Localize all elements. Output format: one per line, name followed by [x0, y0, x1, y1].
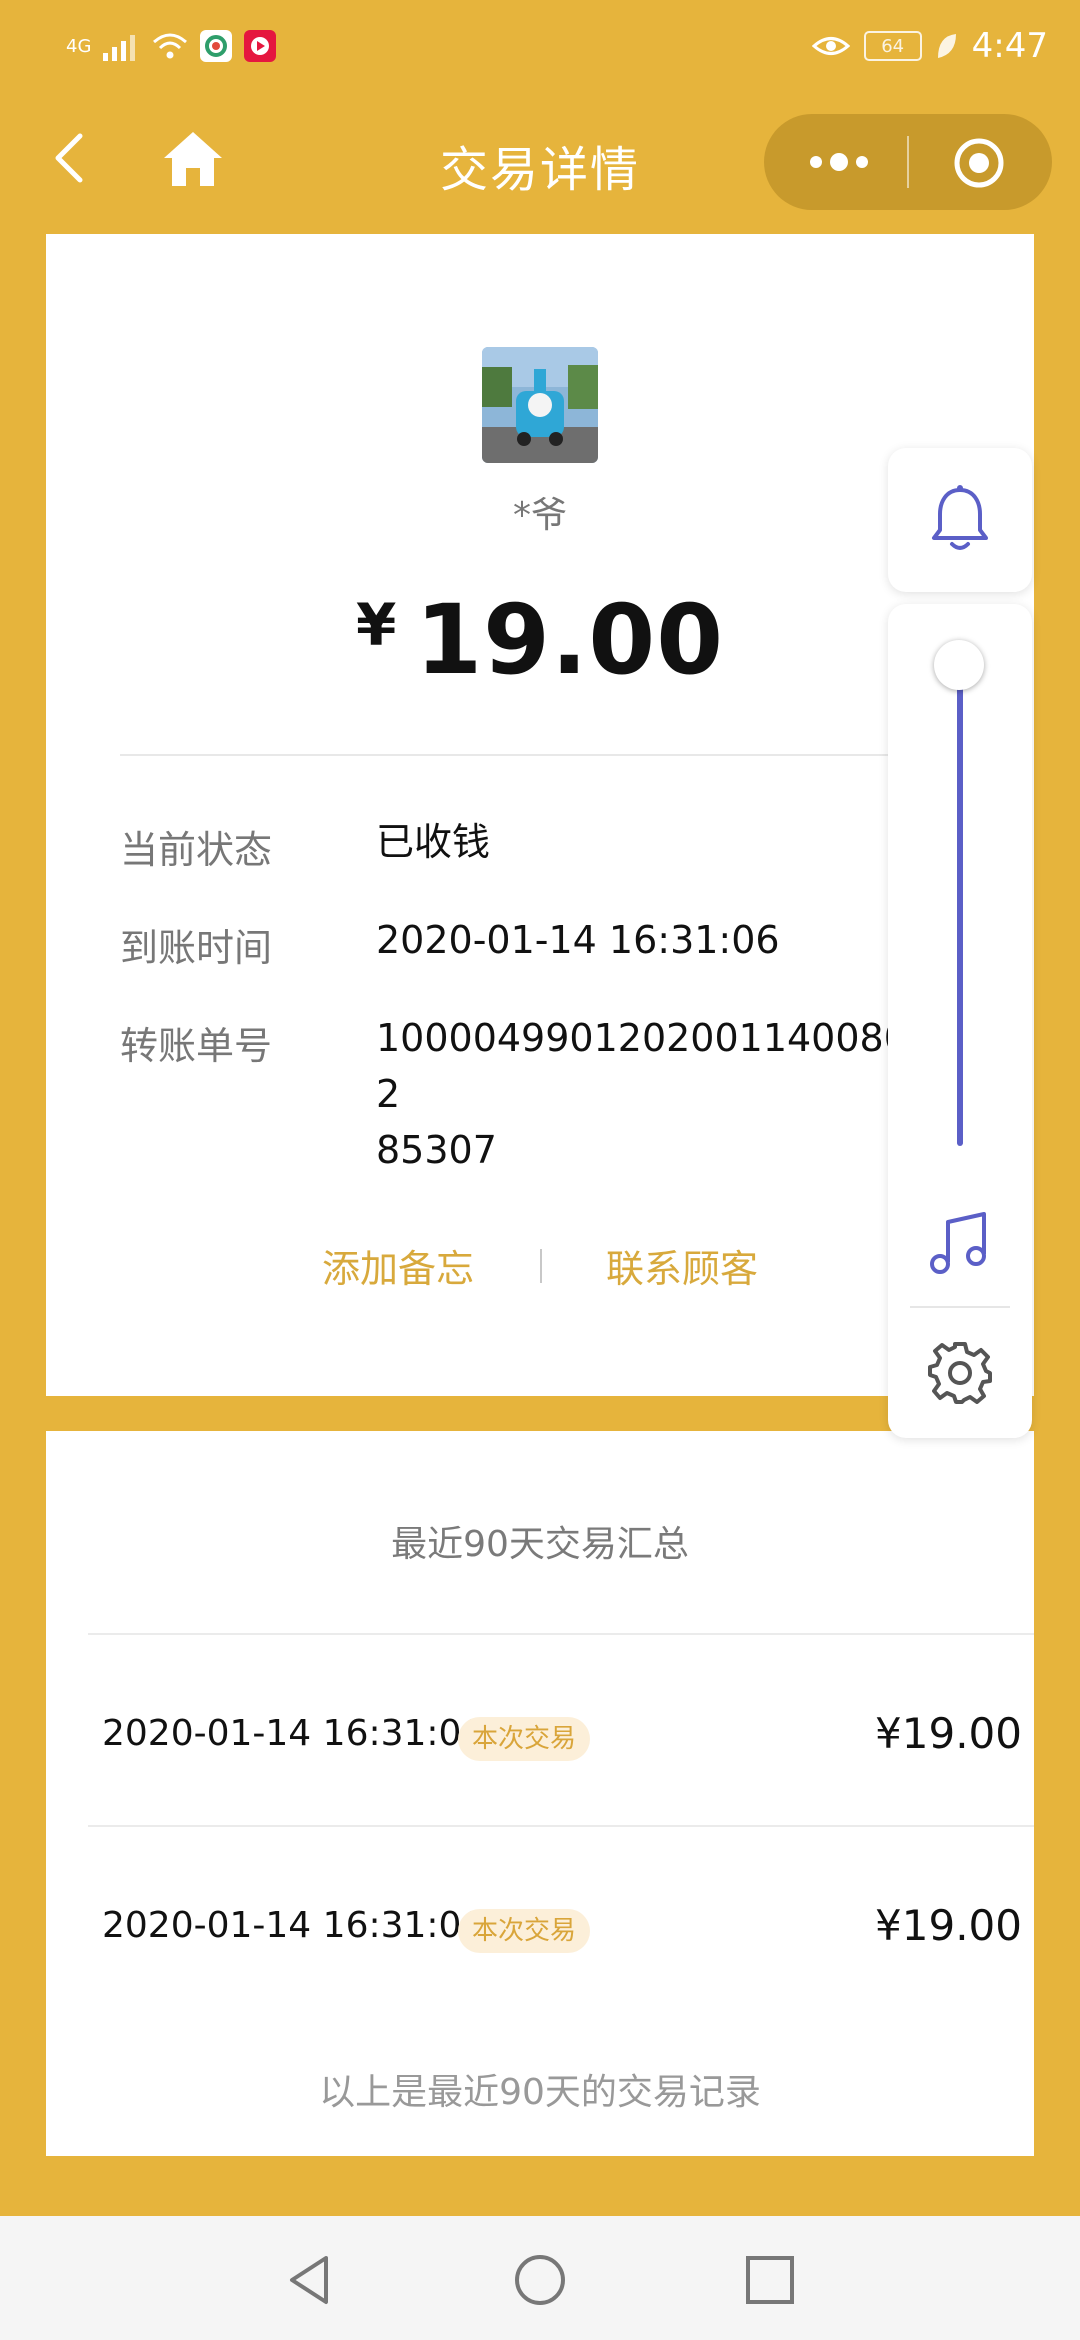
nav-recents-icon[interactable]: [742, 2252, 798, 2308]
status-right: 64 4:47: [811, 18, 1048, 74]
record-amount: ¥19.00: [875, 1709, 1022, 1758]
transfer-number-value: 100004990120200114008082 85307: [376, 1016, 933, 1172]
record-amount: ¥19.00: [875, 1901, 1022, 1950]
app-notification-icon: [200, 30, 233, 62]
transaction-amount: ¥19.00: [46, 584, 1034, 696]
bell-button[interactable]: [888, 448, 1032, 592]
table-row[interactable]: 2020-01-14 16:31:06 本次交易 ¥19.00: [102, 1699, 1022, 1779]
system-navigation-bar: [0, 2216, 1080, 2340]
footer-note: 以上是最近90天的交易记录: [319, 2072, 761, 2113]
arrival-time-value: 2020-01-14 16:31:06: [376, 918, 780, 962]
leaf-icon: [937, 34, 956, 58]
capsule-divider: [907, 136, 909, 188]
gear-icon[interactable]: [928, 1340, 992, 1404]
contact-customer-link[interactable]: 联系顾客: [606, 1238, 758, 1293]
target-close-icon[interactable]: [952, 136, 1006, 190]
record-date: 2020-01-14 16:31:06: [102, 1713, 485, 1754]
payer-name: *爷: [512, 495, 567, 536]
amount-value: 19.00: [415, 584, 724, 696]
wifi-icon: [153, 33, 188, 59]
more-dots-icon[interactable]: [804, 140, 874, 184]
divider: [120, 754, 980, 756]
add-note-link[interactable]: 添加备忘: [322, 1238, 474, 1293]
video-app-icon: [244, 30, 277, 62]
current-transaction-badge: 本次交易: [458, 1717, 591, 1761]
eye-comfort-icon: [811, 37, 850, 55]
summary-card: 最近90天交易汇总 2020-01-14 16:31:06 本次交易 ¥19.0…: [46, 1431, 1034, 2156]
panel-divider: [910, 1306, 1010, 1308]
volume-slider-track[interactable]: [957, 666, 963, 1146]
volume-slider-knob[interactable]: [934, 640, 984, 690]
transaction-card: *爷 ¥19.00 当前状态 已收钱 到账时间 2020-01-14 16:31…: [46, 234, 1034, 1396]
battery-level: 64: [881, 35, 905, 57]
divider: [88, 1633, 1034, 1635]
mini-program-capsule: [764, 114, 1052, 210]
payer-avatar: [482, 347, 598, 463]
action-bar: 添加备忘 联系顾客: [46, 1238, 1034, 1293]
nav-back-icon[interactable]: [282, 2252, 338, 2308]
nav-home-icon[interactable]: [512, 2252, 568, 2308]
battery-indicator: 64: [863, 31, 922, 61]
status-left: 4G: [66, 22, 277, 70]
action-divider: [540, 1248, 542, 1283]
divider: [88, 1825, 1034, 1827]
status-bar: 4G 64 4:47: [0, 0, 1080, 92]
transfer-number-label: 转账单号: [120, 1024, 273, 1068]
table-row[interactable]: 2020-01-14 16:31:06 本次交易 ¥19.00: [102, 1891, 1022, 1971]
clock: 4:47: [971, 26, 1048, 66]
status-label: 当前状态: [120, 828, 273, 872]
current-transaction-badge: 本次交易: [458, 1909, 591, 1953]
status-value: 已收钱: [376, 820, 491, 864]
arrival-time-label: 到账时间: [120, 926, 273, 970]
record-date: 2020-01-14 16:31:06: [102, 1905, 485, 1946]
signal-icon: [103, 35, 136, 61]
bell-icon: [932, 485, 988, 550]
currency-symbol: ¥: [355, 591, 398, 659]
floating-control-panel: [888, 604, 1032, 1438]
network-type: 4G: [66, 35, 92, 57]
music-note-icon[interactable]: [928, 1208, 992, 1276]
summary-title: 最近90天交易汇总: [391, 1524, 689, 1565]
